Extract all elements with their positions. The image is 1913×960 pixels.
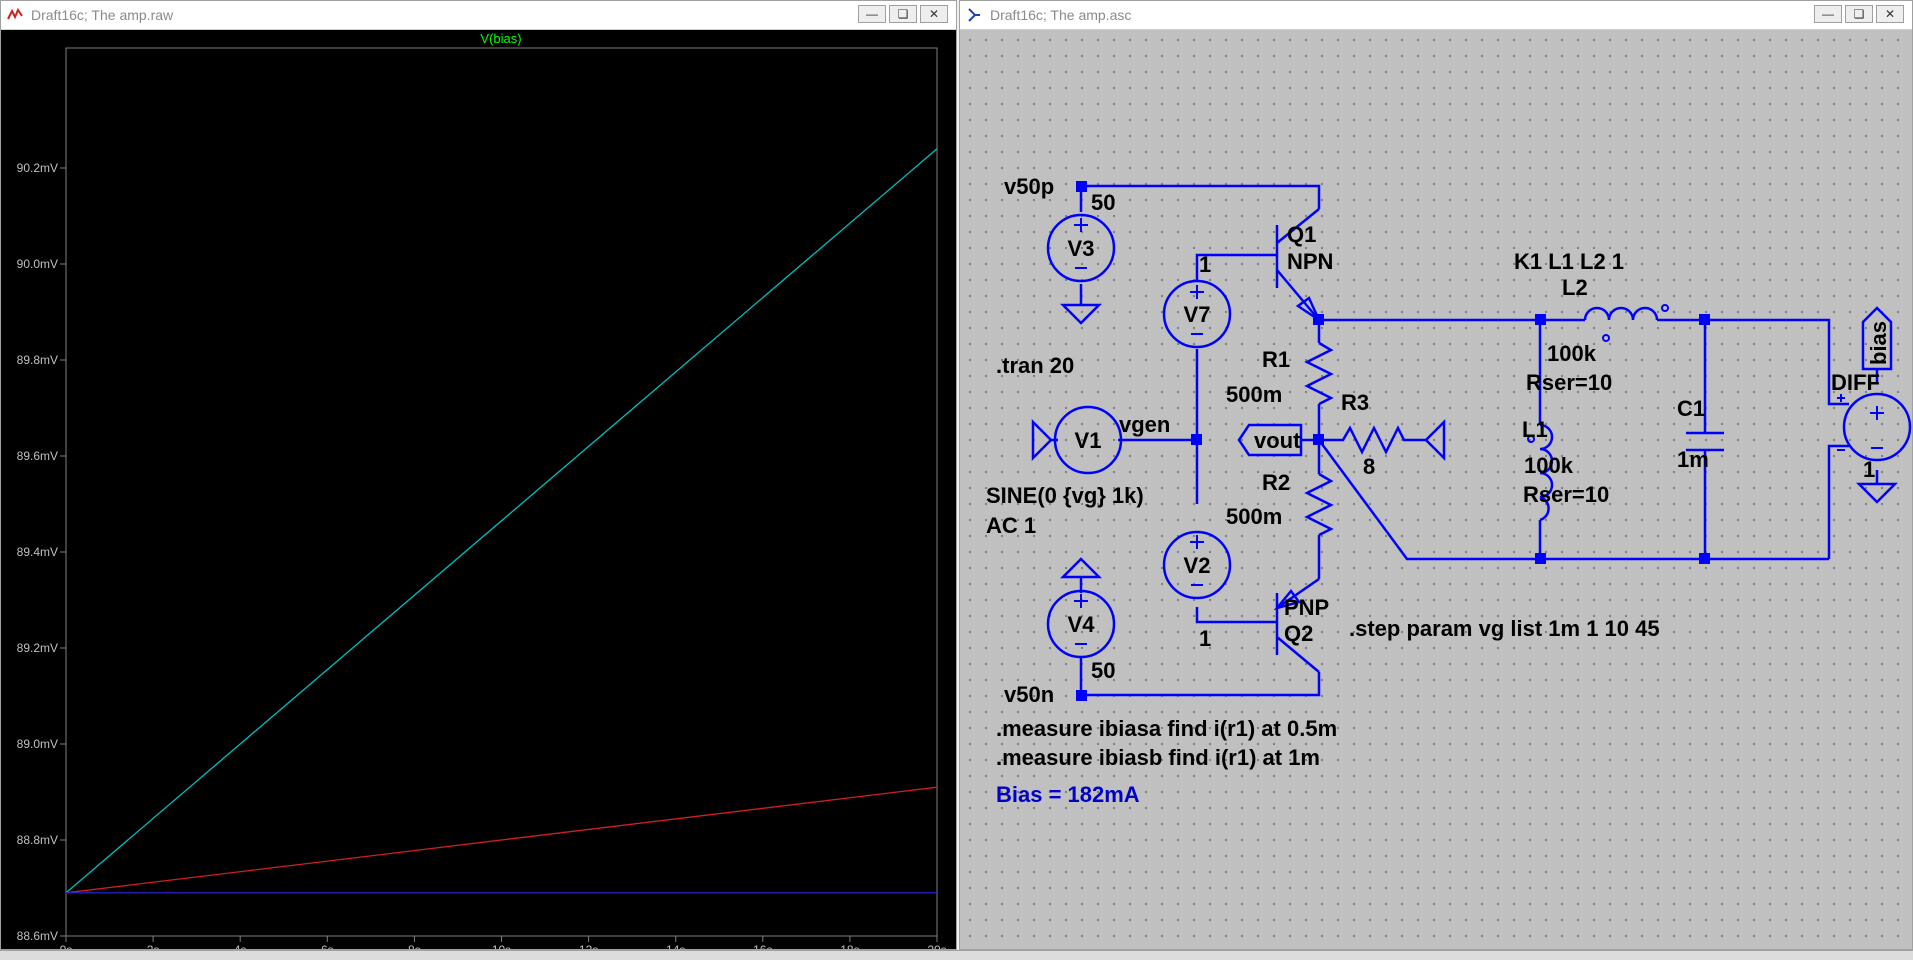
label-l1-value[interactable]: 100k [1524, 453, 1574, 478]
minimize-button[interactable]: — [858, 5, 886, 23]
y-tick-label: 89.4mV [17, 545, 58, 559]
label-k1[interactable]: K1 L1 L2 1 [1514, 249, 1624, 274]
label-v4-value[interactable]: 50 [1091, 658, 1115, 683]
label-vout[interactable]: vout [1254, 428, 1301, 453]
directive-step[interactable]: .step param vg list 1m 1 10 45 [1349, 616, 1660, 641]
schematic-window-title: Draft16c; The amp.asc [990, 7, 1132, 23]
label-r3[interactable]: R3 [1341, 390, 1369, 415]
label-q1[interactable]: Q1 [1287, 222, 1316, 247]
x-tick-label: 6s [321, 943, 334, 949]
directive-measure-b[interactable]: .measure ibiasb find i(r1) at 1m [996, 745, 1320, 770]
x-tick-label: 16s [753, 943, 772, 949]
x-tick-label: 4s [234, 943, 247, 949]
label-bias[interactable]: bias [1866, 321, 1891, 365]
label-r3-value[interactable]: 8 [1363, 454, 1375, 479]
waveform-plot[interactable]: V(bias) 88.6mV 88.8mV 89.0mV 89.2mV 89.4mV 89… [1, 30, 956, 957]
minimize-icon: — [866, 7, 878, 21]
restore-icon: ❏ [897, 7, 909, 21]
x-tick-label: 12s [579, 943, 598, 949]
label-v7[interactable]: V7 [1184, 302, 1211, 327]
x-tick-label: 18s [840, 943, 859, 949]
label-v1[interactable]: V1 [1075, 428, 1102, 453]
label-r2-value[interactable]: 500m [1226, 504, 1282, 529]
x-tick-label: 20s [927, 943, 946, 949]
y-tick-label: 90.0mV [17, 257, 58, 271]
schematic-window: Draft16c; The amp.asc — ❏ ✕ v50p 50 V3 V… [959, 0, 1913, 950]
y-tick-label: 89.2mV [17, 641, 58, 655]
label-v50n[interactable]: v50n [1004, 682, 1054, 707]
y-tick-label: 89.8mV [17, 353, 58, 367]
y-tick-label: 88.6mV [17, 929, 58, 943]
label-l1-rser[interactable]: Rser=10 [1523, 482, 1609, 507]
label-l2-rser[interactable]: Rser=10 [1526, 370, 1612, 395]
schematic-canvas[interactable]: v50p 50 V3 V7 V2 V4 50 v50n V1 vgen 1 Q1… [960, 30, 1912, 949]
restore-icon: ❏ [1853, 7, 1865, 21]
schematic-pane[interactable]: v50p 50 V3 V7 V2 V4 50 v50n V1 vgen 1 Q1… [960, 30, 1912, 949]
minimize-icon: — [1822, 7, 1834, 21]
minimize-button[interactable]: — [1814, 5, 1842, 23]
bias-result[interactable]: Bias = 182mA [996, 782, 1140, 807]
x-tick-label: 2s [147, 943, 160, 949]
label-l1[interactable]: L1 [1522, 417, 1548, 442]
label-c1[interactable]: C1 [1677, 396, 1705, 421]
schematic-window-titlebar[interactable]: Draft16c; The amp.asc — ❏ ✕ [960, 1, 1912, 30]
waveform-app-icon [7, 7, 23, 23]
close-button[interactable]: ✕ [920, 5, 948, 23]
plot-window: Draft16c; The amp.raw — ❏ ✕ V(bias) 88.6… [0, 0, 957, 957]
label-diff[interactable]: DIFF [1831, 370, 1880, 395]
plot-window-titlebar[interactable]: Draft16c; The amp.raw — ❏ ✕ [1, 1, 956, 30]
label-pnp[interactable]: PNP [1284, 595, 1329, 620]
label-q2-num[interactable]: 1 [1199, 626, 1211, 651]
y-tick-label: 89.6mV [17, 449, 58, 463]
schematic-app-icon [968, 8, 980, 22]
directive-tran[interactable]: .tran 20 [996, 353, 1074, 378]
label-npn[interactable]: NPN [1287, 249, 1333, 274]
plot-window-title: Draft16c; The amp.raw [31, 7, 174, 23]
label-v3-value[interactable]: 50 [1091, 190, 1115, 215]
chart-title[interactable]: V(bias) [480, 31, 521, 46]
y-tick-label: 88.8mV [17, 833, 58, 847]
label-l2[interactable]: L2 [1562, 275, 1588, 300]
label-ac[interactable]: AC 1 [986, 513, 1036, 538]
close-button[interactable]: ✕ [1876, 5, 1904, 23]
label-q1-num[interactable]: 1 [1199, 252, 1211, 277]
label-r1[interactable]: R1 [1262, 347, 1290, 372]
close-icon: ✕ [928, 7, 940, 21]
plot-pane[interactable]: V(bias) 88.6mV 88.8mV 89.0mV 89.2mV 89.4mV 89… [1, 30, 956, 957]
x-tick-label: 14s [666, 943, 685, 949]
x-tick-label: 10s [492, 943, 511, 949]
close-icon: ✕ [1884, 7, 1896, 21]
x-tick-label: 8s [408, 943, 421, 949]
label-r1-value[interactable]: 500m [1226, 382, 1282, 407]
x-tick-label: 0s [60, 943, 73, 949]
label-diff-gain[interactable]: 1 [1863, 457, 1875, 482]
y-tick-label: 90.2mV [17, 161, 58, 175]
y-tick-label: 89.0mV [17, 737, 58, 751]
label-vgen[interactable]: vgen [1119, 412, 1170, 437]
label-v2[interactable]: V2 [1184, 553, 1211, 578]
restore-button[interactable]: ❏ [889, 5, 917, 23]
label-q2[interactable]: Q2 [1284, 621, 1313, 646]
restore-button[interactable]: ❏ [1845, 5, 1873, 23]
label-c1-value[interactable]: 1m [1677, 447, 1709, 472]
label-v3[interactable]: V3 [1068, 236, 1095, 261]
label-v50p[interactable]: v50p [1004, 174, 1054, 199]
label-sine[interactable]: SINE(0 {vg} 1k) [986, 483, 1144, 508]
label-l2-value[interactable]: 100k [1547, 341, 1597, 366]
label-r2[interactable]: R2 [1262, 470, 1290, 495]
directive-measure-a[interactable]: .measure ibiasa find i(r1) at 0.5m [996, 716, 1337, 741]
label-v4[interactable]: V4 [1068, 612, 1096, 637]
